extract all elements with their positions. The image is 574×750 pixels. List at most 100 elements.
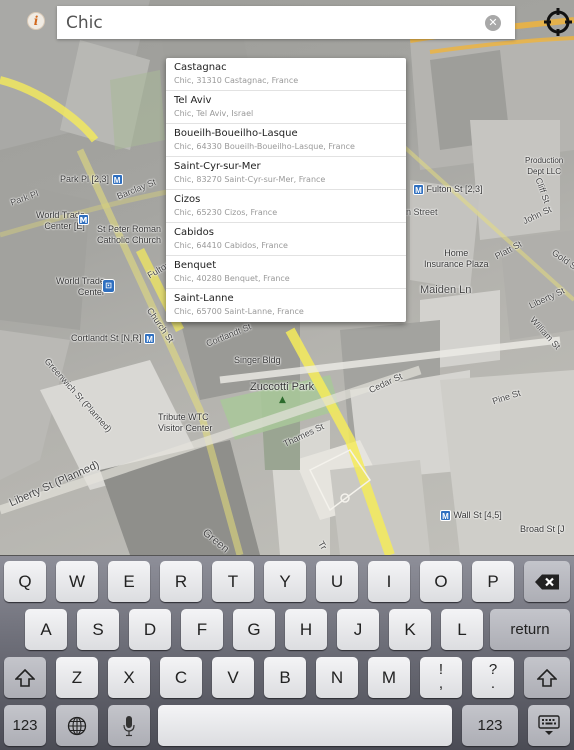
poi-label: Production (525, 156, 564, 165)
suggestion-title: Saint-Lanne (174, 293, 234, 304)
shift-icon (15, 668, 35, 687)
key-exclaim-comma[interactable]: ! , (420, 657, 462, 698)
key-u[interactable]: U (316, 561, 358, 602)
suggestion-subtitle: Chic, 40280 Benquet, France (174, 274, 290, 283)
suggestion-subtitle: Chic, 83270 Saint-Cyr-sur-Mer, France (174, 175, 326, 184)
key-globe[interactable] (56, 705, 98, 746)
metro-station-cortlandt[interactable]: Cortlandt St [N,R] M (71, 333, 156, 345)
key-w[interactable]: W (56, 561, 98, 602)
tree-icon: ▲ (279, 395, 286, 405)
current-location-button[interactable] (543, 7, 573, 37)
key-q[interactable]: Q (4, 561, 46, 602)
search-suggestions-list: Castagnac Chic, 31310 Castagnac, France … (166, 58, 406, 322)
poi-st-peter-church[interactable]: St Peter Roman Catholic Church (97, 224, 161, 246)
suggestion-item[interactable]: Cizos Chic, 65230 Cizos, France (166, 190, 406, 223)
key-numbers-right[interactable]: 123 (462, 705, 518, 746)
suggestion-item[interactable]: Tel Aviv Chic, Tel Aviv, Israel (166, 91, 406, 124)
key-s[interactable]: S (77, 609, 119, 650)
poi-label: Catholic Church (97, 235, 162, 245)
poi-production-dept[interactable]: Production Dept LLC (525, 155, 563, 177)
hide-keyboard-icon (538, 714, 560, 735)
suggestion-subtitle: Chic, Tel Aviv, Israel (174, 109, 254, 118)
key-dictation[interactable] (108, 705, 150, 746)
clear-search-button[interactable]: ✕ (485, 15, 501, 31)
key-shift-right[interactable] (524, 657, 570, 698)
key-e[interactable]: E (108, 561, 150, 602)
suggestion-title: Castagnac (174, 62, 227, 73)
metro-station-park-pl[interactable]: Park Pl [2,3] M (60, 174, 123, 186)
key-m[interactable]: M (368, 657, 410, 698)
poi-tribute-wtc[interactable]: Tribute WTC Visitor Center (158, 412, 212, 434)
key-k[interactable]: K (389, 609, 431, 650)
map-view[interactable]: Park Pl [2,3] M Park Pl Barclay St World… (0, 0, 574, 555)
key-a[interactable]: A (25, 609, 67, 650)
train-icon: ⊡ (102, 279, 115, 293)
suggestion-subtitle: Chic, 64410 Cabidos, France (174, 241, 288, 250)
street-label-partial: n Street (406, 207, 438, 217)
poi-zuccotti-park[interactable]: Zuccotti Park (250, 381, 314, 394)
station-label: Center (77, 287, 105, 297)
key-h[interactable]: H (285, 609, 327, 650)
info-button[interactable]: i (27, 12, 45, 30)
suggestion-item[interactable]: Benquet Chic, 40280 Benquet, France (166, 256, 406, 289)
key-bottom-char: . (490, 675, 496, 692)
suggestion-subtitle: Chic, 31310 Castagnac, France (174, 76, 299, 85)
key-return[interactable]: return (490, 609, 570, 650)
suggestion-title: Boueilh-Boueilho-Lasque (174, 128, 298, 139)
key-t[interactable]: T (212, 561, 254, 602)
suggestion-title: Saint-Cyr-sur-Mer (174, 161, 261, 172)
key-i[interactable]: I (368, 561, 410, 602)
suggestion-subtitle: Chic, 65230 Cizos, France (174, 208, 278, 217)
suggestion-subtitle: Chic, 64330 Boueilh-Boueilho-Lasque, Fra… (174, 142, 355, 151)
key-n[interactable]: N (316, 657, 358, 698)
key-z[interactable]: Z (56, 657, 98, 698)
station-label: Cortlandt St [N,R] (71, 333, 142, 343)
station-label: World Trade (56, 276, 105, 286)
key-c[interactable]: C (160, 657, 202, 698)
key-numbers-left[interactable]: 123 (4, 705, 46, 746)
metro-station-broad-st[interactable]: Broad St [J (520, 524, 565, 535)
key-p[interactable]: P (472, 561, 514, 602)
key-space[interactable] (158, 705, 452, 746)
key-x[interactable]: X (108, 657, 150, 698)
poi-label: Insurance Plaza (424, 259, 489, 269)
suggestion-item[interactable]: Cabidos Chic, 64410 Cabidos, France (166, 223, 406, 256)
key-o[interactable]: O (420, 561, 462, 602)
metro-station-wall-st[interactable]: M Wall St [4,5] (440, 510, 502, 522)
key-bottom-char: , (438, 675, 444, 692)
key-question-period[interactable]: ? . (472, 657, 514, 698)
info-icon: i (33, 14, 39, 28)
clear-icon: ✕ (488, 16, 498, 29)
suggestion-item[interactable]: Boueilh-Boueilho-Lasque Chic, 64330 Boue… (166, 124, 406, 157)
street-label-maiden-ln: Maiden Ln (420, 284, 472, 296)
poi-singer-bldg[interactable]: Singer Bldg (234, 355, 281, 366)
metro-icon: M (78, 214, 89, 225)
poi-home-insurance-plaza[interactable]: Home Insurance Plaza (424, 248, 489, 270)
poi-label: Dept LLC (527, 167, 562, 176)
suggestion-title: Cabidos (174, 227, 214, 238)
suggestion-item[interactable]: Castagnac Chic, 31310 Castagnac, France (166, 58, 406, 91)
key-j[interactable]: J (337, 609, 379, 650)
search-input[interactable] (66, 6, 476, 39)
crosshair-icon (544, 8, 572, 36)
key-l[interactable]: L (441, 609, 483, 650)
key-backspace[interactable] (524, 561, 570, 602)
key-d[interactable]: D (129, 609, 171, 650)
suggestion-item[interactable]: Saint-Cyr-sur-Mer Chic, 83270 Saint-Cyr-… (166, 157, 406, 190)
key-hide-keyboard[interactable] (528, 705, 570, 746)
key-v[interactable]: V (212, 657, 254, 698)
key-g[interactable]: G (233, 609, 275, 650)
key-shift-left[interactable] (4, 657, 46, 698)
suggestion-title: Cizos (174, 194, 201, 205)
key-b[interactable]: B (264, 657, 306, 698)
station-world-trade-center[interactable]: World Trade Center (56, 276, 105, 298)
poi-label: St Peter Roman (97, 224, 162, 234)
metro-icon: M (111, 174, 123, 186)
key-y[interactable]: Y (264, 561, 306, 602)
key-r[interactable]: R (160, 561, 202, 602)
suggestion-item[interactable]: Saint-Lanne Chic, 65700 Saint-Lanne, Fra… (166, 289, 406, 322)
backspace-icon (535, 574, 559, 589)
poi-label: Home (444, 248, 469, 258)
metro-station-fulton[interactable]: M Fulton St [2,3] (413, 184, 483, 196)
key-f[interactable]: F (181, 609, 223, 650)
